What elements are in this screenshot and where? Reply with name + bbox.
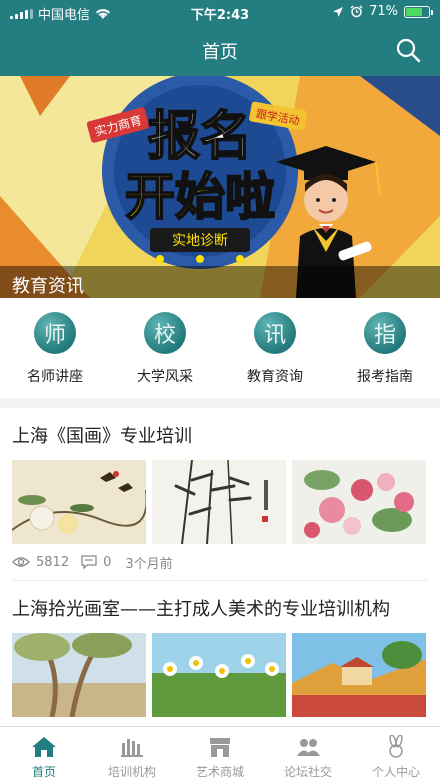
tab-training-institutions[interactable]: 培训机构 [88, 727, 176, 783]
banner-caption: 教育资讯 [0, 266, 440, 298]
category-teacher-lectures[interactable]: 师 名师讲座 [0, 298, 110, 398]
page-title: 首页 [202, 42, 238, 63]
banner-headline-1: 报名 [148, 107, 252, 167]
eye-icon [12, 557, 30, 567]
article-thumbnail[interactable] [292, 633, 426, 717]
article-card[interactable]: 上海《国画》专业培训 5812 0 3个月前 [0, 408, 440, 580]
category-label: 大学风采 [137, 369, 193, 385]
article-feed: 上海《国画》专业培训 5812 0 3个月前 上海拾光画室——主打成人美术的专业… [0, 408, 440, 726]
category-label: 名师讲座 [27, 369, 83, 385]
tab-home[interactable]: 首页 [0, 727, 88, 783]
category-exam-guide[interactable]: 指 报考指南 [330, 298, 440, 398]
article-thumbnail[interactable] [12, 460, 146, 544]
status-bar: 中国电信 下午2:43 71% [0, 0, 440, 24]
columns-icon [121, 739, 143, 757]
news-icon: 讯 [254, 312, 296, 354]
comment-icon [81, 555, 97, 569]
article-title[interactable]: 上海《国画》专业培训 [12, 408, 428, 460]
tab-profile[interactable]: 个人中心 [352, 727, 440, 783]
comment-count: 0 [103, 554, 112, 570]
people-icon [297, 739, 320, 756]
article-thumbnail[interactable] [292, 460, 426, 544]
article-card[interactable]: 上海拾光画室——主打成人美术的专业培训机构 [0, 581, 440, 717]
banner-headline-2: 开始啦 [125, 168, 275, 226]
category-university-style[interactable]: 校 大学风采 [110, 298, 220, 398]
rabbit-icon [389, 735, 403, 758]
view-count: 5812 [36, 554, 70, 570]
teacher-icon: 师 [34, 312, 76, 354]
location-icon [333, 6, 344, 17]
category-label: 教育资询 [247, 369, 303, 385]
alarm-icon [350, 5, 363, 18]
tab-art-mall[interactable]: 艺术商城 [176, 727, 264, 783]
top-bar: 中国电信 下午2:43 71% 首页 [0, 0, 440, 76]
article-thumbnail[interactable] [152, 460, 286, 544]
battery-percent: 71% [369, 4, 398, 19]
search-icon[interactable] [394, 36, 422, 64]
battery-icon [404, 5, 433, 18]
article-thumbnail[interactable] [12, 633, 146, 717]
banner-subline: 实地诊断 [172, 233, 228, 249]
home-icon [32, 737, 56, 757]
tab-forum-social[interactable]: 论坛社交 [264, 727, 352, 783]
banner-carousel[interactable]: 实力商育 跟学活动 报名 开始啦 实地诊断 教育资讯 [0, 76, 440, 298]
banner-image: 实力商育 跟学活动 报名 开始啦 实地诊断 [0, 76, 440, 298]
tab-bar: 首页 培训机构 艺术商城 论坛社交 个人中心 [0, 726, 440, 783]
post-time: 3个月前 [125, 556, 173, 572]
category-label: 报考指南 [357, 369, 413, 385]
guide-icon: 指 [364, 312, 406, 354]
store-icon [210, 738, 230, 757]
category-grid: 师 名师讲座 校 大学风采 讯 教育资询 指 报考指南 [0, 298, 440, 398]
school-icon: 校 [144, 312, 186, 354]
article-meta: 5812 0 3个月前 [12, 544, 428, 580]
category-education-news[interactable]: 讯 教育资询 [220, 298, 330, 398]
article-thumbnail[interactable] [152, 633, 286, 717]
article-title[interactable]: 上海拾光画室——主打成人美术的专业培训机构 [12, 581, 428, 633]
